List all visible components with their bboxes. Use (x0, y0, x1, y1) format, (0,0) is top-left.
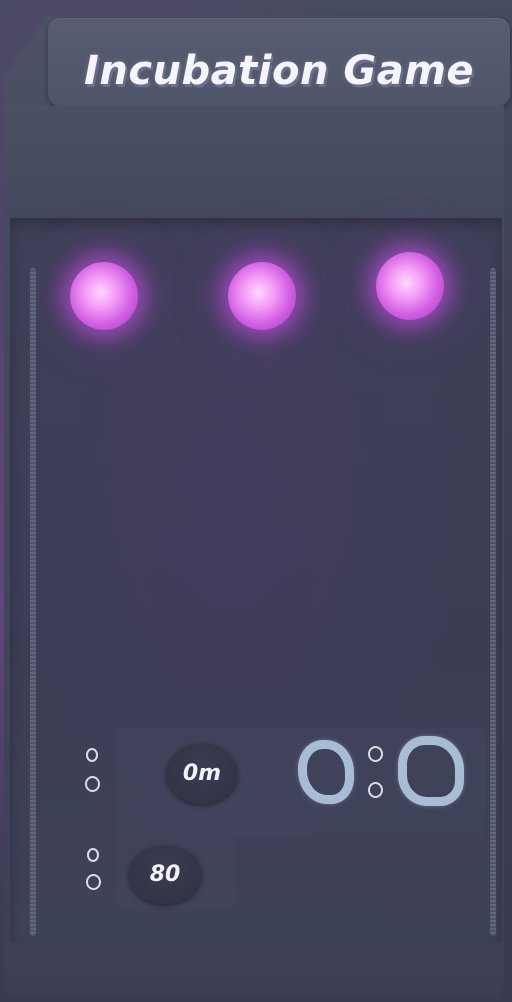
heat-lamp-3[interactable] (376, 252, 444, 320)
heat-lamp-2[interactable] (228, 262, 296, 330)
indicator-dot (85, 776, 100, 792)
title-bar: Incubation Game (48, 18, 510, 106)
ring-button-right[interactable] (398, 736, 464, 806)
left-rail (30, 268, 36, 936)
indicator-dot (86, 748, 98, 762)
ring-indicator-bottom (368, 782, 383, 798)
timer-button[interactable]: 0m (166, 742, 238, 804)
temperature-button[interactable]: 80 (128, 844, 202, 904)
game-title: Incubation Game (83, 48, 475, 94)
right-rail (490, 268, 496, 936)
indicator-dot (87, 848, 99, 862)
indicator-dot (86, 874, 101, 890)
header-band (4, 106, 504, 218)
heat-lamp-1[interactable] (70, 262, 138, 330)
ring-button-left[interactable] (298, 740, 354, 804)
ring-indicator-top (368, 746, 383, 762)
